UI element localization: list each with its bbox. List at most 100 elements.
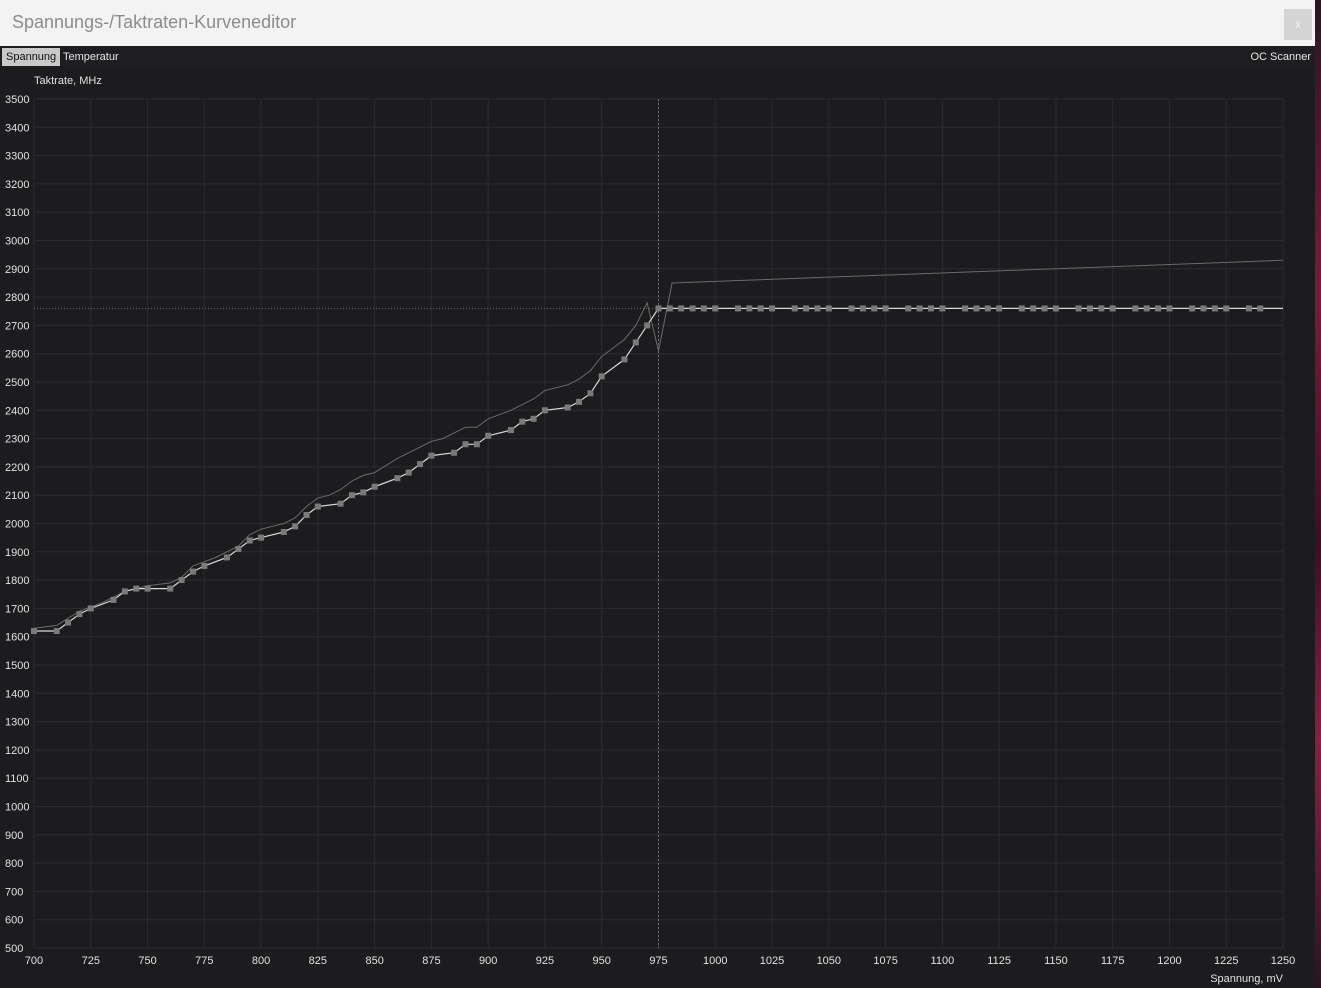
curve-point[interactable] [769,305,776,312]
y-tick-label: 3000 [5,236,29,248]
curve-point[interactable] [814,305,821,312]
curve-point[interactable] [371,483,378,490]
curve-point[interactable] [1132,305,1139,312]
curve-point[interactable] [882,305,889,312]
curve-point[interactable] [734,305,741,312]
oc-scanner-button[interactable]: OC Scanner [1250,48,1311,66]
curve-point[interactable] [1109,305,1116,312]
curve-point[interactable] [632,339,639,346]
curve-point[interactable] [258,534,265,541]
curve-point[interactable] [962,305,969,312]
curve-point[interactable] [462,441,469,448]
curve-point[interactable] [848,305,855,312]
curve-point[interactable] [144,585,151,592]
curve-point[interactable] [576,398,583,405]
curve-point[interactable] [712,305,719,312]
curve-point[interactable] [1155,305,1162,312]
y-tick-label: 2000 [5,519,29,531]
curve-point[interactable] [871,305,878,312]
curve-point[interactable] [337,500,344,507]
curve-point[interactable] [1211,305,1218,312]
curve-point[interactable] [485,432,492,439]
curve-point[interactable] [825,305,832,312]
curve-point[interactable] [292,523,299,530]
curve-point[interactable] [1189,305,1196,312]
curve-point[interactable] [1223,305,1230,312]
curve-point[interactable] [678,305,685,312]
curve-point[interactable] [405,469,412,476]
curve-point[interactable] [87,605,94,612]
curve-point[interactable] [167,585,174,592]
curve-point[interactable] [314,503,321,510]
y-tick-label: 1500 [5,660,29,672]
curve-point[interactable] [246,537,253,544]
curve-point[interactable] [996,305,1003,312]
curve-point[interactable] [859,305,866,312]
curve-point[interactable] [507,427,514,434]
curve-point[interactable] [1041,305,1048,312]
curve-point[interactable] [598,373,605,380]
curve-point[interactable] [201,562,208,569]
curve-point[interactable] [280,528,287,535]
x-tick-label: 700 [25,955,43,967]
curve-point[interactable] [1143,305,1150,312]
curve-point[interactable] [519,418,526,425]
curve-point[interactable] [394,475,401,482]
curve-point[interactable] [178,577,185,584]
curve-point[interactable] [689,305,696,312]
curve-point[interactable] [973,305,980,312]
curve-point[interactable] [916,305,923,312]
voltage-frequency-chart[interactable]: 700 725 750 775 800 825 850 875 900 925 950 975 1000… [0,67,1315,988]
curve-point[interactable] [53,628,60,635]
curve-point[interactable] [1245,305,1252,312]
curve-point[interactable] [1200,305,1207,312]
curve-point[interactable] [451,449,458,456]
curve-point[interactable] [530,415,537,422]
curve-point[interactable] [984,305,991,312]
curve-point[interactable] [939,305,946,312]
curve-point[interactable] [1018,305,1025,312]
curve-point[interactable] [541,407,548,414]
curve-point[interactable] [655,305,662,312]
curve-point[interactable] [757,305,764,312]
tab-temperatur[interactable]: Temperatur [59,48,123,66]
curve-point[interactable] [121,588,128,595]
curve-point[interactable] [1086,305,1093,312]
curve-point[interactable] [746,305,753,312]
curve-point[interactable] [133,585,140,592]
curve-point[interactable] [666,305,673,312]
curve-point[interactable] [31,628,37,635]
curve-point[interactable] [417,461,424,468]
close-button[interactable]: x [1284,9,1312,40]
curve-editor-window: Spannungs-/Taktraten-Kurveneditor x Span… [0,0,1316,988]
curve-point[interactable] [189,568,196,575]
curve-point[interactable] [791,305,798,312]
curve-point[interactable] [65,619,72,626]
curve-point[interactable] [928,305,935,312]
curve-point[interactable] [1166,305,1173,312]
curve-point[interactable] [110,596,117,603]
curve-point[interactable] [803,305,810,312]
curve-point[interactable] [564,404,571,411]
curve-point[interactable] [235,545,242,552]
curve-point[interactable] [1098,305,1105,312]
tab-spannung[interactable]: Spannung [2,48,61,66]
curve-point[interactable] [348,492,355,499]
curve-point[interactable] [1075,305,1082,312]
curve-point[interactable] [76,611,83,618]
curve-point[interactable] [1030,305,1037,312]
curve-point[interactable] [473,441,480,448]
curve-point[interactable] [644,322,651,329]
curve-point[interactable] [303,512,310,519]
x-tick-label: 1225 [1214,955,1238,967]
curve-point[interactable] [905,305,912,312]
curve-point[interactable] [428,452,435,459]
curve-point[interactable] [360,489,367,496]
curve-point[interactable] [224,554,231,561]
curve-point[interactable] [587,390,594,397]
curve-point[interactable] [1052,305,1059,312]
curve-point[interactable] [700,305,707,312]
curve-point[interactable] [1257,305,1264,312]
title-bar: Spannungs-/Taktraten-Kurveneditor x [0,0,1315,47]
curve-point[interactable] [621,356,628,363]
